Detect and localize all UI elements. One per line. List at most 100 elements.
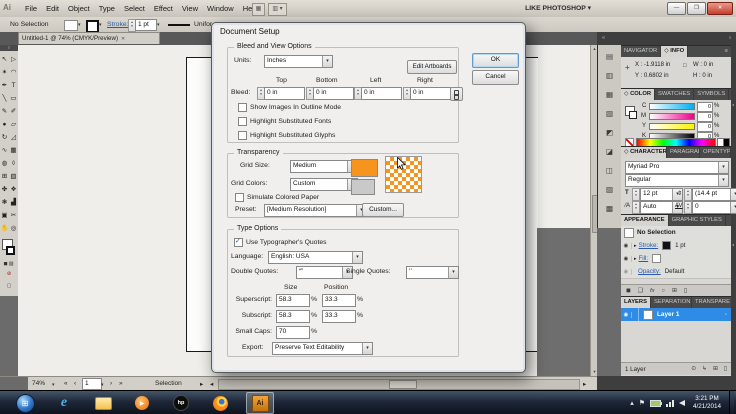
hand-tool-icon[interactable]: ✋ (0, 222, 9, 235)
network-icon[interactable] (665, 399, 674, 407)
type-tool-icon[interactable]: T (9, 79, 18, 92)
zoom-caret-icon[interactable]: ▾ (52, 382, 55, 388)
status-indicator[interactable]: Selection (155, 380, 182, 387)
visibility-eye-icon[interactable]: ◉ (621, 242, 632, 249)
show-desktop-button[interactable] (729, 391, 734, 414)
horizontal-scroll-thumb[interactable] (389, 380, 417, 389)
new-sublayer-icon[interactable]: ↳ (702, 366, 707, 372)
fill-attribute-link[interactable]: Fill: (639, 255, 649, 262)
selection-tool-icon[interactable]: ↖ (0, 53, 9, 66)
document-tab-close-icon[interactable]: ✕ (121, 36, 125, 42)
screen-mode-button-icon[interactable]: ▢ (0, 283, 18, 289)
pencil-tool-icon[interactable]: ✐ (9, 105, 18, 118)
shape-builder-tool-icon[interactable]: ◍ (0, 157, 9, 170)
bleed-top-field[interactable]: 0 in (264, 87, 305, 100)
line-segment-tool-icon[interactable]: ╲ (0, 92, 9, 105)
stroke-caret-icon[interactable]: ▾ (99, 22, 102, 28)
show-images-outline-checkbox[interactable]: Show Images In Outline Mode (238, 103, 341, 112)
last-artboard-icon[interactable]: » (119, 380, 123, 387)
expand-icon[interactable]: ▸ (634, 256, 637, 262)
fill-swatch[interactable] (652, 254, 662, 263)
edge-collapse-icon[interactable]: ◂ (732, 102, 734, 107)
workspace-switcher[interactable]: LIKE PHOTOSHOP ▾ (525, 4, 591, 12)
channel-y-slider[interactable] (649, 123, 695, 130)
previous-artboard-icon[interactable]: ‹ (74, 380, 76, 387)
layer-thumbnail[interactable] (643, 309, 653, 320)
color-stroke-proxy[interactable] (629, 111, 637, 119)
dock-panel-icon-4[interactable]: ▧ (602, 107, 618, 120)
bleed-left-field[interactable]: 0 in (361, 87, 402, 100)
menu-object[interactable]: Object (68, 4, 90, 13)
font-size-stepper[interactable] (632, 188, 640, 201)
edit-artboards-button[interactable]: Edit Artboards (407, 60, 457, 74)
opacity-attribute-link[interactable]: Opacity: (638, 268, 661, 275)
clock[interactable]: 3:21 PM 4/21/2014 (690, 395, 724, 411)
ok-button[interactable]: OK (472, 53, 519, 68)
gradient-tool-icon[interactable]: ▧ (9, 170, 18, 183)
stroke-width-field[interactable]: 1 pt (135, 19, 157, 31)
none-button-icon[interactable]: ⊘ (0, 271, 18, 277)
stroke-width-caret-icon[interactable]: ▾ (157, 22, 160, 28)
minimize-button[interactable]: — (667, 2, 686, 15)
channel-c-value[interactable]: 0 (697, 102, 713, 112)
double-quotes-select[interactable]: “” (296, 266, 353, 279)
eraser-tool-icon[interactable]: ▱ (9, 118, 18, 131)
zoom-level[interactable]: 74% (32, 380, 45, 387)
tracking-stepper[interactable] (684, 201, 692, 214)
paintbrush-tool-icon[interactable]: ✎ (0, 105, 9, 118)
preset-select[interactable]: [Medium Resolution] (264, 204, 367, 217)
delete-item-icon[interactable]: ▯ (684, 288, 687, 294)
next-artboard-icon[interactable]: › (110, 380, 112, 387)
magic-wand-tool-icon[interactable]: ✶ (0, 66, 9, 79)
arrange-documents-icon[interactable]: ▥ ▾ (268, 3, 287, 16)
superscript-size-field[interactable]: 58.3 (276, 294, 310, 307)
taskbar-hp-icon[interactable]: hp (168, 393, 194, 413)
channel-y-value[interactable]: 0 (697, 122, 713, 132)
document-tab[interactable]: Untitled-1 @ 74% (CMYK/Preview) ✕ (18, 32, 160, 44)
volume-icon[interactable] (678, 400, 685, 406)
layer-target-icon[interactable]: ◦ (725, 312, 727, 318)
blend-tool-icon[interactable]: ❖ (9, 183, 18, 196)
free-transform-tool-icon[interactable]: ▦ (9, 144, 18, 157)
dock-panel-icon-2[interactable]: ▥ (602, 69, 618, 82)
first-artboard-icon[interactable]: « (64, 380, 68, 387)
new-layer-icon[interactable]: ⊞ (713, 366, 718, 372)
artboard-number-field[interactable]: 1 (82, 378, 102, 390)
hscroll-left-icon[interactable]: ◂ (210, 380, 213, 388)
collapse-dock-left-icon[interactable]: « (602, 35, 605, 41)
horizontal-scrollbar[interactable] (218, 379, 580, 390)
dock-panel-icon-5[interactable]: ◩ (602, 126, 618, 139)
edge-collapse-icon-2[interactable]: ◂ (732, 242, 734, 247)
units-select[interactable]: Inches (264, 55, 333, 68)
cancel-button[interactable]: Cancel (472, 70, 519, 85)
tray-expand-icon[interactable]: ▴ (630, 399, 634, 407)
menu-select[interactable]: Select (124, 4, 145, 13)
width-tool-icon[interactable]: ∿ (0, 144, 9, 157)
appearance-stroke-row[interactable]: ◉ ▸ Stroke: 1 pt (621, 239, 731, 253)
taskbar-illustrator-icon[interactable]: Ai (246, 392, 274, 414)
rectangle-tool-icon[interactable]: ▭ (9, 92, 18, 105)
expand-icon[interactable]: ▸ (634, 243, 637, 249)
zoom-tool-icon[interactable]: ◎ (9, 222, 18, 235)
grid-size-select[interactable]: Medium (290, 160, 358, 173)
close-button[interactable]: ✕ (707, 2, 733, 15)
fill-caret-icon[interactable]: ▾ (78, 22, 81, 28)
battery-icon[interactable] (649, 399, 662, 407)
dock-panel-icon-6[interactable]: ◪ (602, 145, 618, 158)
tracking-select[interactable]: 0 (692, 201, 736, 214)
simulate-colored-paper-checkbox[interactable]: Simulate Colored Paper (235, 193, 319, 202)
export-select[interactable]: Preserve Text Editability (272, 342, 373, 355)
dock-panel-icon-3[interactable]: ▦ (602, 88, 618, 101)
leading-select[interactable]: (14.4 pt (692, 188, 736, 201)
hscroll-right-icon[interactable]: ▸ (583, 380, 586, 388)
taskbar-start-icon[interactable]: ⊞ (12, 393, 38, 413)
stroke-attribute-link[interactable]: Stroke: (639, 242, 659, 249)
channel-m-value[interactable]: 0 (697, 112, 713, 122)
direct-selection-tool-icon[interactable]: ▷ (9, 53, 18, 66)
grid-colors-select[interactable]: Custom (290, 178, 358, 191)
new-stroke-icon[interactable]: ◼ (626, 288, 631, 294)
toolbar-stroke-swatch[interactable] (6, 246, 15, 255)
subscript-size-field[interactable]: 58.3 (276, 310, 310, 323)
leading-stepper[interactable] (684, 188, 692, 201)
subscript-position-field[interactable]: 33.3 (322, 310, 356, 323)
